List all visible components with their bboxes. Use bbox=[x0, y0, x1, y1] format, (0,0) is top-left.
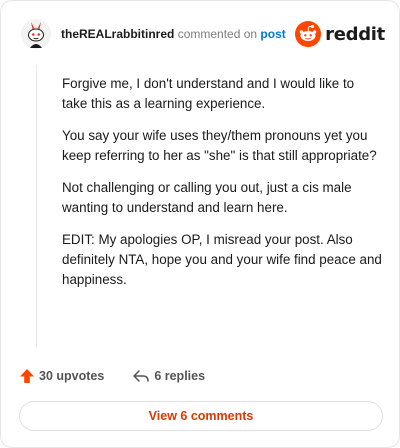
view-comments-button[interactable]: View 6 comments bbox=[19, 401, 383, 431]
reddit-brand[interactable]: reddit bbox=[295, 21, 385, 47]
comment-paragraph: EDIT: My apologies OP, I misread your po… bbox=[62, 232, 382, 287]
username-link[interactable]: theREALrabbitinred bbox=[61, 27, 174, 41]
reply-count: 6 replies bbox=[154, 369, 206, 383]
comment-paragraph: You say your wife uses they/them pronoun… bbox=[62, 128, 377, 163]
commented-on-label: commented on bbox=[177, 27, 258, 41]
reply-arrow-icon bbox=[133, 370, 150, 382]
reddit-wordmark: reddit bbox=[325, 23, 385, 45]
user-avatar[interactable] bbox=[21, 19, 51, 49]
upvote-count: 30 upvotes bbox=[39, 369, 105, 383]
comment-card: theREALrabbitinred commented on post red… bbox=[0, 0, 400, 448]
thread-line bbox=[36, 65, 37, 347]
comment-byline: theREALrabbitinred commented on post bbox=[61, 27, 286, 41]
replies-button[interactable]: 6 replies bbox=[132, 368, 205, 384]
comment-header: theREALrabbitinred commented on post red… bbox=[21, 19, 385, 49]
snoo-avatar-icon bbox=[21, 19, 51, 49]
comment-actions: 30 upvotes 6 replies bbox=[19, 367, 205, 385]
comment-paragraph: Not challenging or calling you out, just… bbox=[62, 180, 352, 215]
post-link[interactable]: post bbox=[260, 27, 285, 41]
upvote-arrow-icon bbox=[20, 369, 34, 383]
reddit-logo-icon bbox=[295, 21, 322, 47]
upvote-button[interactable]: 30 upvotes bbox=[19, 368, 104, 384]
comment-body: Forgive me, I don't understand and I wou… bbox=[62, 74, 382, 302]
comment-paragraph: Forgive me, I don't understand and I wou… bbox=[62, 76, 355, 111]
